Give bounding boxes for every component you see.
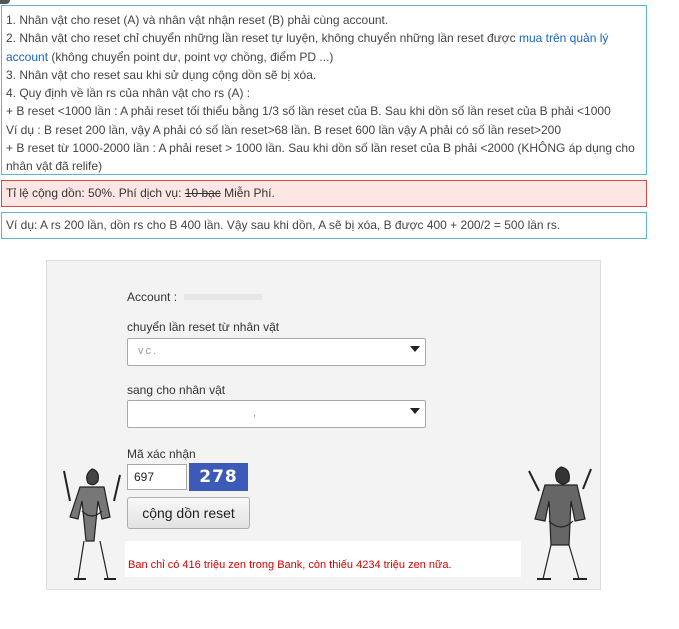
to-character-select[interactable]: , [127, 400, 426, 428]
rule-line-5: + B reset <1000 lần : A phải reset tối t… [6, 104, 611, 119]
captcha-image: 278 [189, 463, 248, 491]
from-character-select[interactable]: vc. [127, 338, 426, 366]
rule-line-1: 1. Nhân vật cho reset (A) và nhân vật nh… [6, 13, 389, 27]
example-box: Ví dụ: A rs 200 lần, dồn rs cho B 400 lầ… [1, 212, 647, 239]
rule-line-2: 2. Nhân vật cho reset chỉ chuyển những l… [6, 31, 609, 64]
captcha-label: Mã xác nhận [127, 447, 196, 461]
merge-reset-button[interactable]: cộng dồn reset [127, 497, 250, 529]
captcha-input[interactable] [127, 464, 187, 490]
rule-line-7: + B reset từ 1000-2000 lần : A phải rese… [6, 141, 635, 174]
rule-line-4: 4. Quy định về lần rs của nhân vật cho r… [6, 86, 251, 101]
to-character-value: , [253, 407, 259, 419]
rule-line-6: Ví dụ : B reset 200 lần, vậy A phải có s… [6, 122, 562, 137]
warrior-left-image [63, 468, 121, 580]
account-value [184, 294, 262, 300]
rule-line-3: 3. Nhân vật cho reset sau khi sử dụng cộ… [6, 67, 317, 82]
warrior-right-image [528, 466, 592, 580]
corner-icon [0, 0, 10, 4]
chevron-down-icon [410, 346, 420, 352]
from-character-value: vc. [138, 345, 159, 357]
old-fee: 10 bạc [184, 186, 221, 200]
chevron-down-icon [410, 408, 420, 414]
error-message: Ban chỉ có 416 triệu zen trong Bank, còn… [125, 541, 521, 577]
rate-notice: Tỉ lệ cộng dồn: 50%. Phí dịch vụ: 10 bạc… [1, 180, 647, 207]
account-label: Account : [127, 290, 178, 304]
transfer-form-panel: Account : chuyển lần reset từ nhân vật v… [46, 260, 601, 590]
to-character-label: sang cho nhân vật [127, 383, 226, 397]
from-character-label: chuyển lần reset từ nhân vật [127, 320, 280, 334]
rules-box: 1. Nhân vật cho reset (A) và nhân vật nh… [1, 5, 647, 175]
